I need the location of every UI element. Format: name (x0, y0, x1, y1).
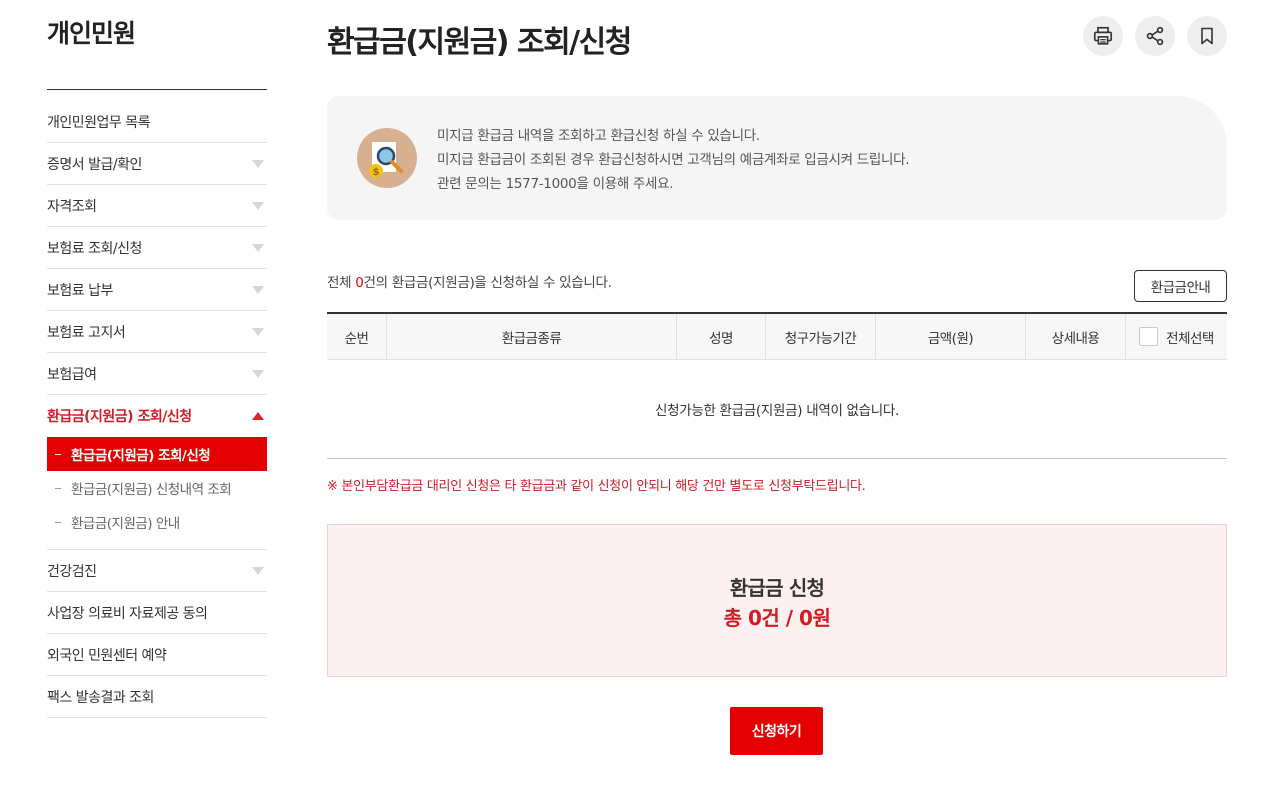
sidebar-item-benefits[interactable]: 보험급여 (47, 353, 267, 395)
bookmark-button[interactable] (1187, 16, 1227, 56)
sidebar-item-label: 자격조회 (47, 198, 97, 215)
sidebar-subitem-refund-history[interactable]: 환급금(지원금) 신청내역 조회 (47, 471, 267, 505)
empty-message: 신청가능한 환급금(지원금) 내역이 없습니다. (327, 360, 1227, 459)
count-number: 0 (355, 275, 364, 291)
chevron-down-icon (252, 243, 264, 252)
sidebar-item-label: 건강검진 (47, 563, 97, 580)
sidebar-item-label: 보험료 납부 (47, 282, 113, 299)
sidebar-item-certificates[interactable]: 증명서 발급/확인 (47, 143, 267, 185)
sidebar-divider (47, 89, 267, 90)
svg-text:$: $ (373, 167, 380, 178)
table-header: 순번 환급금종류 성명 청구가능기간 금액(원) 상세내용 전체선택 (327, 314, 1227, 360)
sidebar-item-label: 팩스 발송결과 조회 (47, 689, 154, 706)
sidebar-item-eligibility[interactable]: 자격조회 (47, 185, 267, 227)
dash-icon (55, 453, 61, 455)
chevron-down-icon (252, 327, 264, 336)
select-all-checkbox[interactable] (1139, 327, 1159, 346)
sidebar-item-health-checkup[interactable]: 건강검진 (47, 550, 267, 592)
dash-icon (55, 487, 61, 489)
sidebar-submenu: 환급금(지원금) 조회/신청 환급금(지원금) 신청내역 조회 환급금(지원금)… (47, 437, 267, 550)
sidebar-item-label: 사업장 의료비 자료제공 동의 (47, 605, 208, 622)
dash-icon (55, 521, 61, 523)
sidebar-subitem-refund-inquiry[interactable]: 환급금(지원금) 조회/신청 (47, 437, 267, 471)
share-button[interactable] (1135, 16, 1175, 56)
sidebar-item-foreigner-center[interactable]: 외국인 민원센터 예약 (47, 634, 267, 676)
chevron-down-icon (252, 159, 264, 168)
sidebar-subitem-refund-guide[interactable]: 환급금(지원금) 안내 (47, 505, 267, 539)
column-header-name: 성명 (677, 314, 766, 359)
sidebar-submenu-container: 환급금(지원금) 조회/신청 환급금(지원금) 신청내역 조회 환급금(지원금)… (47, 437, 267, 550)
printer-icon (1093, 26, 1113, 45)
chevron-down-icon (252, 201, 264, 210)
sidebar-subitem-label: 환급금(지원금) 조회/신청 (71, 448, 211, 464)
summary-title: 환급금 신청 (729, 576, 825, 600)
chevron-down-icon (252, 369, 264, 378)
info-line: 미지급 환급금이 조회된 경우 환급신청하시면 고객님의 예금계좌로 입금시켜 … (437, 152, 910, 168)
info-text: 미지급 환급금 내역을 조회하고 환급신청 하실 수 있습니다. 미지급 환급금… (437, 124, 910, 196)
share-icon (1146, 26, 1164, 46)
sidebar-item-medical-data-consent[interactable]: 사업장 의료비 자료제공 동의 (47, 592, 267, 634)
chevron-down-icon (252, 566, 264, 575)
sidebar-item-label: 환급금(지원금) 조회/신청 (47, 409, 192, 425)
result-count: 전체 0건의 환급금(지원금)을 신청하실 수 있습니다. (327, 271, 612, 291)
sidebar-item-refund[interactable]: 환급금(지원금) 조회/신청 (47, 395, 267, 437)
sidebar-item-label: 개인민원업무 목록 (47, 114, 151, 131)
column-header-amount: 금액(원) (876, 314, 1026, 359)
column-header-select-all: 전체선택 (1126, 314, 1227, 359)
chevron-up-icon (252, 412, 264, 420)
sidebar-item-fax-result[interactable]: 팩스 발송결과 조회 (47, 676, 267, 718)
info-box: $ 미지급 환급금 내역을 조회하고 환급신청 하실 수 있습니다. 미지급 환… (327, 96, 1227, 220)
sidebar-item-label: 증명서 발급/확인 (47, 156, 142, 173)
sidebar-item-label: 보험료 조회/신청 (47, 240, 142, 257)
column-header-period: 청구가능기간 (766, 314, 876, 359)
sidebar-item-premium-bill[interactable]: 보험료 고지서 (47, 311, 267, 353)
sidebar-subitem-label: 환급금(지원금) 안내 (71, 516, 180, 532)
sidebar-item-civil-list[interactable]: 개인민원업무 목록 (47, 101, 267, 143)
summary-box: 환급금 신청 총 0건 / 0원 (327, 524, 1227, 677)
count-prefix: 전체 (327, 275, 356, 291)
sidebar-item-label: 외국인 민원센터 예약 (47, 647, 167, 664)
info-line: 미지급 환급금 내역을 조회하고 환급신청 하실 수 있습니다. (437, 128, 760, 144)
proxy-notice: ※ 본인부담환급금 대리인 신청은 타 환급금과 같이 신청이 안되니 해당 건… (327, 479, 866, 494)
print-button[interactable] (1083, 16, 1123, 56)
bookmark-icon (1201, 27, 1213, 45)
info-line: 관련 문의는 1577-1000을 이용해 주세요. (437, 176, 674, 192)
sidebar-title: 개인민원 (47, 19, 136, 48)
summary-total: 총 0건 / 0원 (723, 606, 831, 630)
apply-button[interactable]: 신청하기 (730, 707, 823, 755)
select-all-label: 전체선택 (1166, 330, 1214, 347)
refund-guide-button[interactable]: 환급금안내 (1134, 270, 1227, 302)
column-header-no: 순번 (327, 314, 387, 359)
refund-table: 순번 환급금종류 성명 청구가능기간 금액(원) 상세내용 전체선택 신청가능한… (327, 312, 1227, 459)
sidebar-item-label: 보험료 고지서 (47, 324, 126, 341)
count-suffix: 건의 환급금(지원금)을 신청하실 수 있습니다. (363, 275, 612, 291)
column-header-detail: 상세내용 (1026, 314, 1126, 359)
sidebar-item-premium-inquiry[interactable]: 보험료 조회/신청 (47, 227, 267, 269)
page-title: 환급금(지원금) 조회/신청 (327, 25, 632, 60)
sidebar-item-premium-payment[interactable]: 보험료 납부 (47, 269, 267, 311)
column-header-type: 환급금종류 (387, 314, 677, 359)
sidebar-item-label: 보험급여 (47, 366, 97, 383)
sidebar-subitem-label: 환급금(지원금) 신청내역 조회 (71, 482, 232, 498)
side-menu: 개인민원업무 목록 증명서 발급/확인 자격조회 보험료 조회/신청 보험료 납… (47, 101, 267, 718)
chevron-down-icon (252, 285, 264, 294)
refund-search-icon: $ (357, 128, 417, 188)
